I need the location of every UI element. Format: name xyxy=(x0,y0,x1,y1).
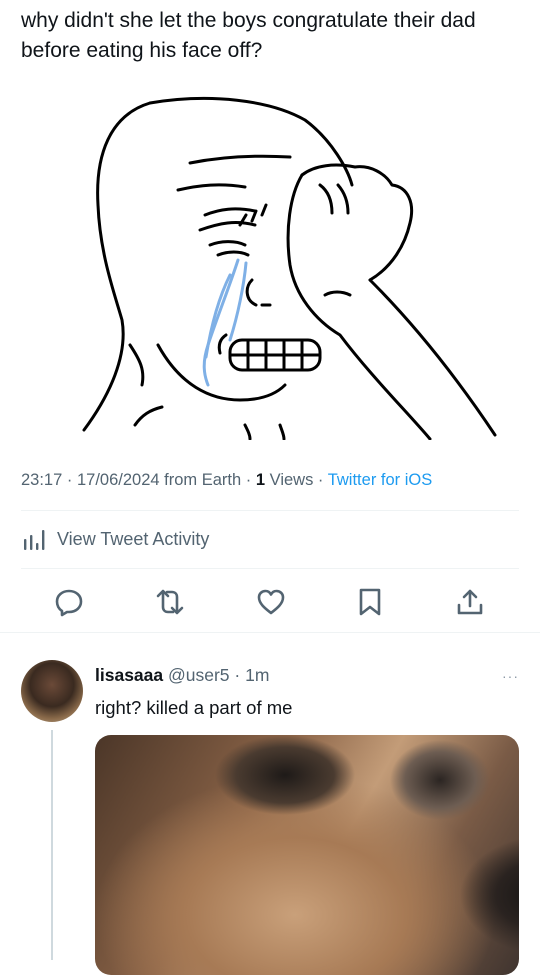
reply-handle[interactable]: @user5 xyxy=(163,665,230,685)
divider xyxy=(0,632,540,633)
tweet-location: from Earth xyxy=(159,471,242,489)
heart-icon[interactable] xyxy=(256,587,286,617)
reply-icon[interactable] xyxy=(54,587,84,617)
crying-dog-photo-icon[interactable] xyxy=(95,735,519,975)
divider xyxy=(21,568,519,569)
source-link[interactable]: Twitter for iOS xyxy=(328,471,433,489)
avatar[interactable] xyxy=(21,660,83,722)
tweet-actions xyxy=(0,583,540,619)
view-tweet-activity-label: View Tweet Activity xyxy=(57,528,210,549)
meta-separator: · xyxy=(229,665,246,685)
meta-separator: · xyxy=(313,471,328,489)
bookmark-icon[interactable] xyxy=(355,587,385,617)
retweet-icon[interactable] xyxy=(155,587,185,617)
reply-time: 1m xyxy=(245,665,270,685)
views-label: Views xyxy=(265,471,314,489)
views-count: 1 xyxy=(255,471,266,489)
meta-separator: · xyxy=(62,471,77,489)
reply-header: lisasaaa @user5 · 1m xyxy=(95,665,269,686)
thread-line xyxy=(51,730,53,960)
divider xyxy=(21,510,519,511)
view-tweet-activity-button[interactable]: View Tweet Activity xyxy=(21,526,209,552)
bar-chart-icon xyxy=(24,530,45,550)
tweet-text: why didn't she let the boys congratulate… xyxy=(21,9,476,62)
reply-display-name[interactable]: lisasaaa xyxy=(95,665,163,685)
tweet-meta: 23:17 · 17/06/2024 from Earth · 1 Views … xyxy=(21,471,432,490)
reply-text: right? killed a part of me xyxy=(95,697,293,718)
tweet-time: 23:17 xyxy=(21,471,63,489)
more-options-icon[interactable]: ··· xyxy=(502,668,519,684)
share-icon[interactable] xyxy=(455,587,485,617)
crying-wojak-icon xyxy=(82,96,497,440)
meta-separator: · xyxy=(241,471,256,489)
tweet-date: 17/06/2024 xyxy=(76,471,160,489)
